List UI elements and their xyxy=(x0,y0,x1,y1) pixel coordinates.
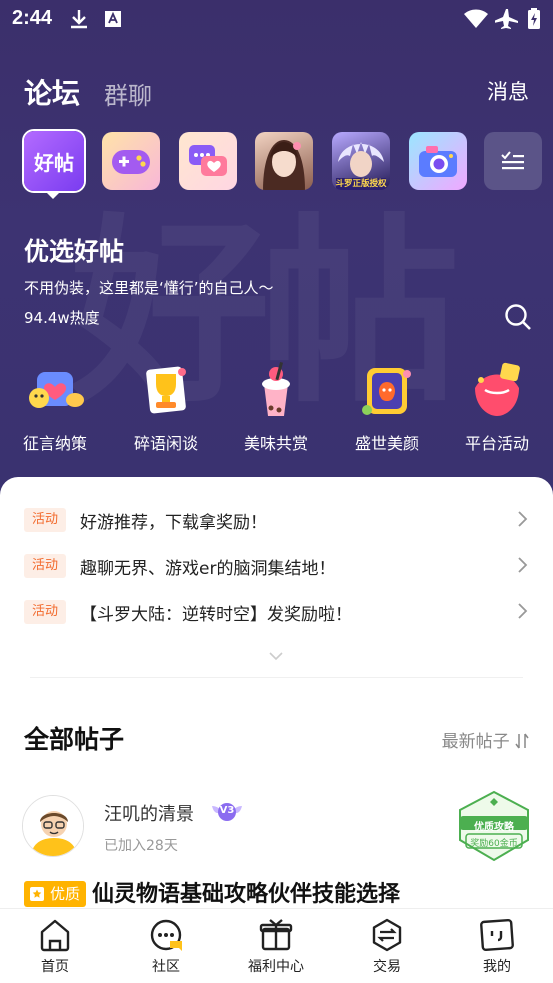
status-bar: 2:44 xyxy=(0,0,553,38)
sort-label: 最新帖子 xyxy=(441,732,510,752)
activity-text: 好游推荐，下载拿奖励！ xyxy=(80,513,267,533)
nav-profile[interactable]: 我的 xyxy=(452,917,542,976)
flower-frame-icon xyxy=(362,368,411,415)
chat-bubbles-icon xyxy=(29,372,84,408)
forum-icon-row: 好帖 斗罗正版授权 xyxy=(0,129,553,202)
warrior-license-label: 斗罗正版授权 xyxy=(335,179,387,189)
quality-guide-stamp: 优质攻略 奖励60金币 xyxy=(454,790,534,862)
airplane-mode-icon xyxy=(495,9,518,29)
search-icon[interactable] xyxy=(503,302,533,332)
stamp-bottom-label: 奖励60金币 xyxy=(470,839,518,849)
forum-tile-game[interactable] xyxy=(102,132,160,190)
category-row: 征言纳策 碎语闲谈 美味共赏 盛世美颜 平台活动 xyxy=(0,360,553,460)
author-name[interactable]: 汪叽的清景 xyxy=(104,800,194,826)
category-label: 征言纳策 xyxy=(22,434,87,453)
sort-button[interactable]: 最新帖子 xyxy=(442,727,529,752)
category-chat[interactable]: 碎语闲谈 xyxy=(121,360,211,454)
category-label: 盛世美颜 xyxy=(354,434,419,453)
quality-label: 优质 xyxy=(50,885,81,903)
selected-tile-caret xyxy=(47,193,59,199)
camera-icon xyxy=(419,146,457,177)
forum-description: 不用伪装，这里都是‘懂行’的自己人～ xyxy=(24,279,274,297)
category-label: 美味共赏 xyxy=(243,434,308,453)
gift-box-icon xyxy=(259,919,293,951)
activity-row[interactable]: 活动 趣聊无界、游戏er的脑洞集结地！ xyxy=(24,551,530,581)
nav-community[interactable]: 社区 xyxy=(121,917,211,976)
post-title[interactable]: 仙灵物语基础攻略伙伴技能选择 xyxy=(92,876,400,908)
profile-icon xyxy=(480,918,514,952)
category-label: 平台活动 xyxy=(464,434,529,453)
activity-row[interactable]: 活动 好游推荐，下载拿奖励！ xyxy=(24,505,530,535)
forum-tile-camera[interactable] xyxy=(409,132,467,190)
author-avatar-image xyxy=(23,796,83,856)
sort-icon xyxy=(515,733,529,749)
community-icon xyxy=(150,919,182,951)
activity-row[interactable]: 活动 【斗罗大陆：逆转时空】发奖励啦！ xyxy=(24,597,530,627)
chevron-right-icon xyxy=(518,603,528,619)
activity-badge: 活动 xyxy=(24,600,66,624)
nav-label: 我的 xyxy=(483,959,511,975)
forum-tile-chat[interactable] xyxy=(179,132,237,190)
all-posts-title: 全部帖子 xyxy=(24,725,125,754)
forum-heat: 94.4w热度 xyxy=(24,309,100,327)
stamp-top-label: 优质攻略 xyxy=(474,822,514,833)
wifi-icon xyxy=(464,9,488,28)
forum-tile-girl[interactable] xyxy=(255,132,313,190)
level-badge: V3 xyxy=(210,800,244,824)
bookmark-star-icon xyxy=(30,887,44,901)
chevron-right-icon xyxy=(518,557,528,573)
tab-group-chat[interactable]: 群聊 xyxy=(104,76,152,111)
activity-badge: 活动 xyxy=(24,554,66,578)
battery-icon xyxy=(528,8,540,29)
nav-label: 福利中心 xyxy=(248,959,304,975)
post-card[interactable]: 汪叽的清景 V3 已加入28天 优质攻略 奖励60金币 优质 仙灵物语基础攻略伙… xyxy=(0,790,553,910)
list-check-icon xyxy=(501,151,524,170)
activity-badge: 活动 xyxy=(24,508,66,532)
expand-activities-icon[interactable] xyxy=(268,650,284,662)
girl-portrait-icon xyxy=(263,140,305,190)
category-beauty[interactable]: 盛世美颜 xyxy=(342,360,432,454)
category-events[interactable]: 平台活动 xyxy=(452,360,542,454)
forum-tile-good-posts[interactable]: 好帖 xyxy=(22,129,86,193)
more-forums-button[interactable] xyxy=(484,132,542,190)
section-divider xyxy=(30,677,523,678)
nav-home[interactable]: 首页 xyxy=(10,917,100,976)
nav-label: 社区 xyxy=(152,959,180,975)
bottom-navigation: 首页 社区 福利中心 交易 我的 xyxy=(0,908,553,983)
trophy-icon xyxy=(146,366,186,414)
nav-label: 首页 xyxy=(41,959,69,975)
forum-tile-warrior[interactable]: 斗罗正版授权 xyxy=(332,132,390,190)
app-notification-icon xyxy=(105,11,121,27)
game-controller-icon xyxy=(112,150,150,174)
gift-icon xyxy=(475,362,520,416)
tile-good-posts-label: 好帖 xyxy=(34,150,74,175)
avatar[interactable] xyxy=(22,795,84,857)
category-label: 碎语闲谈 xyxy=(133,434,198,453)
tab-forum[interactable]: 论坛 xyxy=(24,72,80,112)
quality-badge: 优质 xyxy=(24,881,87,907)
milk-tea-icon xyxy=(262,362,290,416)
chevron-right-icon xyxy=(518,511,528,527)
activity-text: 趣聊无界、游戏er的脑洞集结地！ xyxy=(80,559,336,579)
chat-heart-icon xyxy=(189,145,227,176)
category-food[interactable]: 美味共赏 xyxy=(231,360,321,454)
category-suggestions[interactable]: 征言纳策 xyxy=(10,360,100,454)
forum-title: 优选好帖 xyxy=(24,237,125,266)
status-time: 2:44 xyxy=(12,7,53,29)
nav-trade[interactable]: 交易 xyxy=(342,917,432,976)
home-icon xyxy=(40,919,70,952)
nav-label: 交易 xyxy=(373,959,401,975)
download-icon xyxy=(71,10,87,29)
nav-welfare-center[interactable]: 福利中心 xyxy=(231,917,321,976)
messages-button[interactable]: 消息 xyxy=(487,76,529,106)
forum-hero: 好帖 2:44 论坛 群聊 消息 好帖 斗罗正版授权 优选好帖 不用伪装，这里都… xyxy=(0,0,553,500)
activity-text: 【斗罗大陆：逆转时空】发奖励啦！ xyxy=(80,605,352,625)
trade-icon xyxy=(372,918,402,952)
joined-days: 已加入28天 xyxy=(104,838,178,854)
level-label: V3 xyxy=(219,805,235,816)
